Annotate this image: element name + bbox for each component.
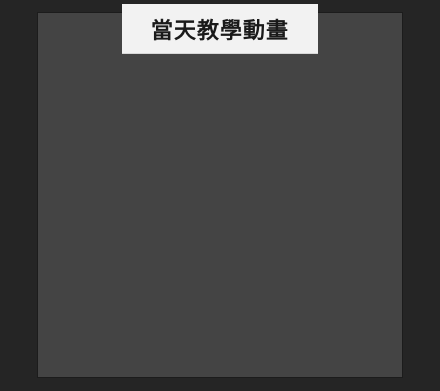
animation-canvas[interactable] (38, 13, 402, 377)
title-banner: 當天教學動畫 (122, 4, 318, 54)
title-text: 當天教學動畫 (150, 18, 289, 44)
app-frame: 當天教學動畫 (0, 0, 440, 391)
